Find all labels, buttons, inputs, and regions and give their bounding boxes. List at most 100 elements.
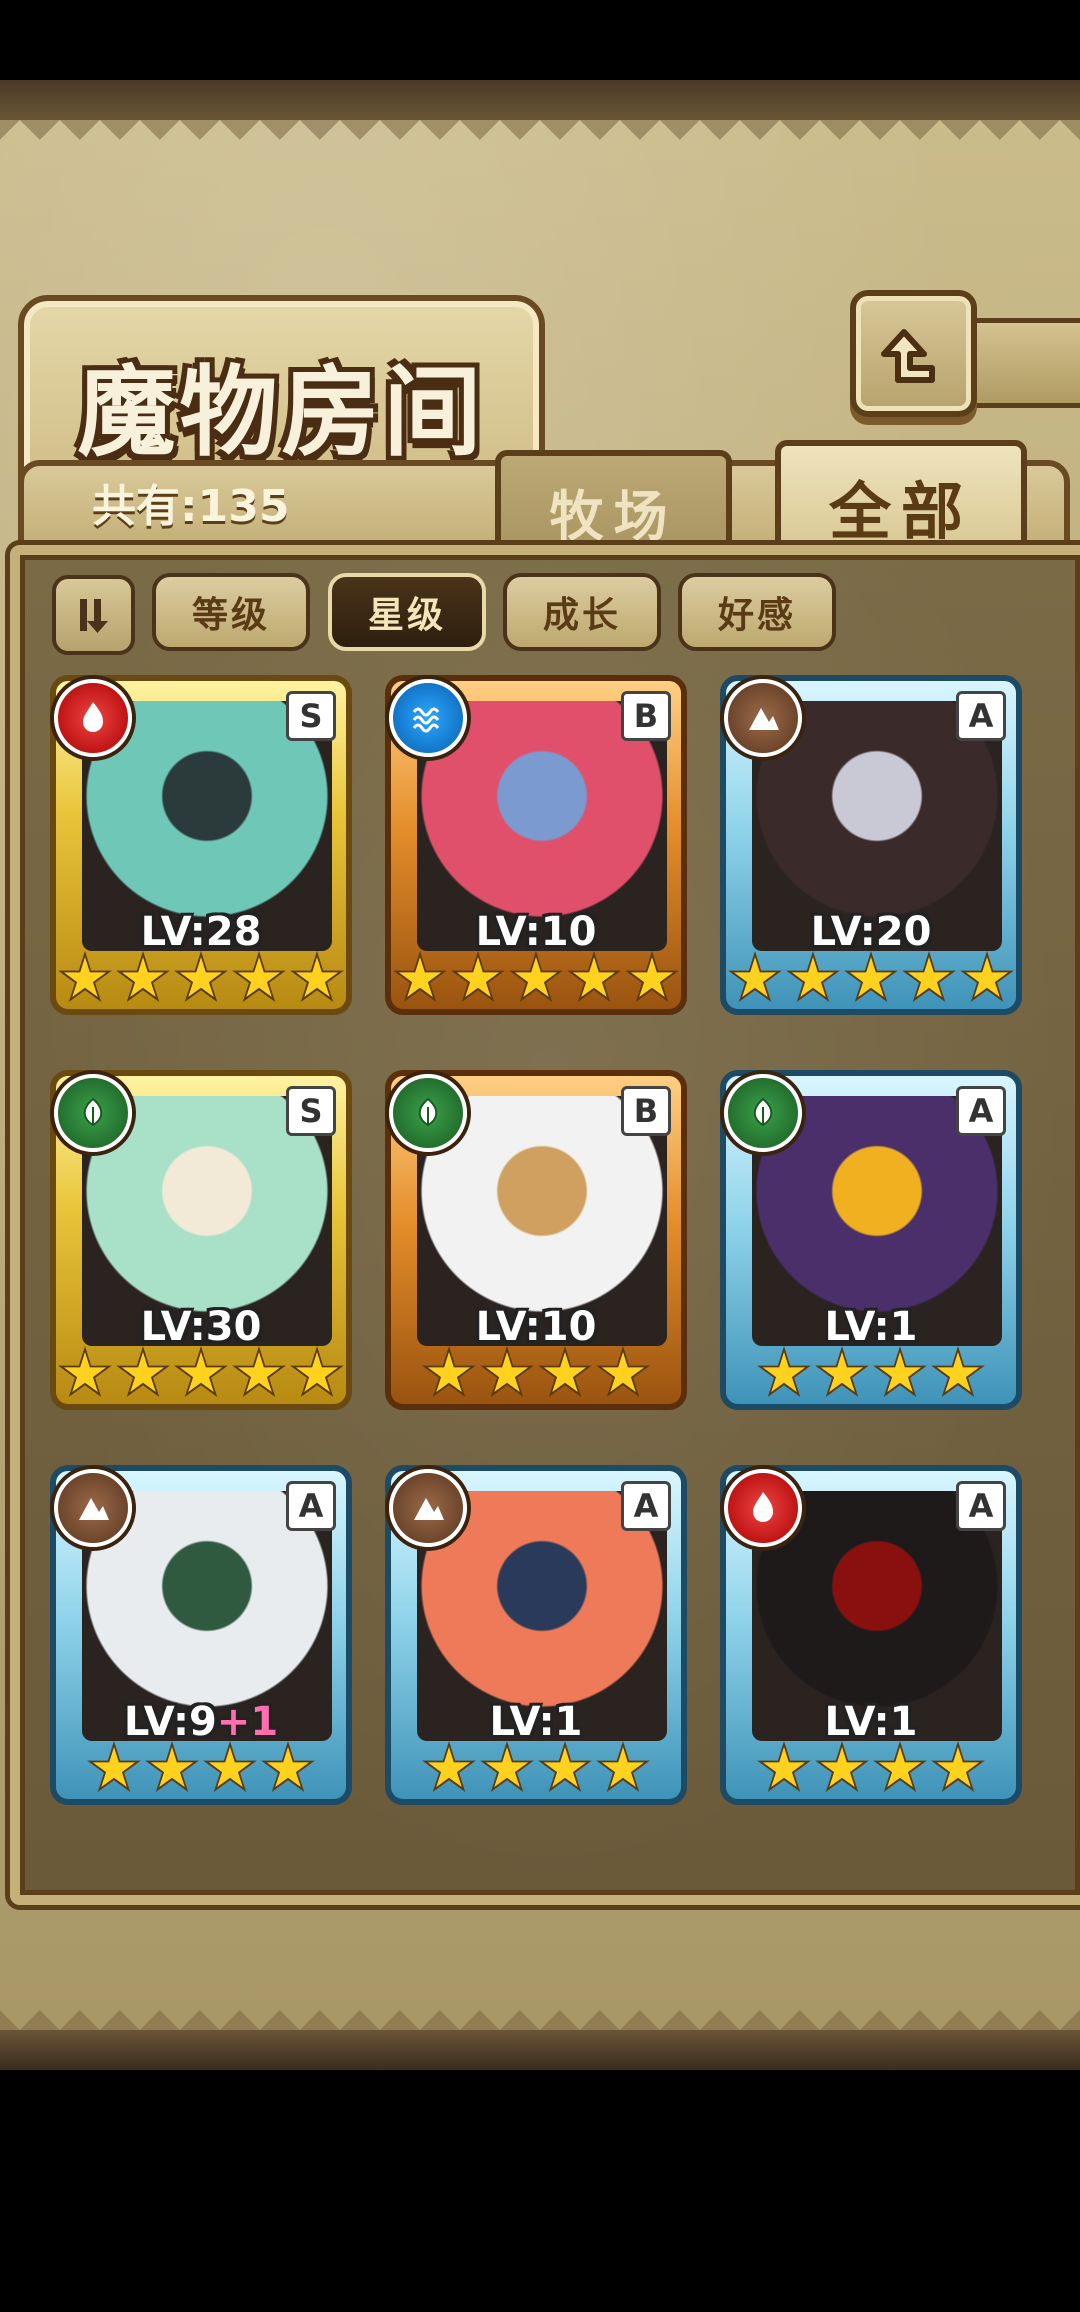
star-rating: [726, 1741, 1016, 1801]
star-fill: [936, 1747, 980, 1788]
filter-level-label: 等级: [191, 595, 270, 636]
star-fill: [179, 1352, 223, 1393]
monster-card[interactable]: B LV:10: [385, 1070, 687, 1410]
filter-affection[interactable]: 好感: [678, 573, 836, 651]
star-fill: [121, 957, 165, 998]
filter-growth[interactable]: 成长: [503, 573, 661, 651]
level-text: LV:10: [475, 1304, 597, 1350]
star-icon: [145, 1741, 199, 1792]
level-text: LV:1: [824, 1304, 918, 1350]
star-fill: [121, 1352, 165, 1393]
fire-element-icon: [54, 679, 132, 757]
monster-level: LV:1: [391, 1699, 681, 1745]
monster-card[interactable]: A LV:9+1: [50, 1465, 352, 1805]
star-icon: [480, 1346, 534, 1397]
page-title: 魔物房间: [77, 354, 486, 470]
star-fill: [485, 1747, 529, 1788]
star-icon: [786, 951, 840, 1002]
star-icon: [538, 1741, 592, 1792]
monster-card[interactable]: A LV:1: [385, 1465, 687, 1805]
star-icon: [931, 1741, 985, 1792]
star-rating: [56, 1741, 346, 1801]
star-rating: [391, 951, 681, 1011]
star-icon: [538, 1346, 592, 1397]
star-fill: [179, 957, 223, 998]
star-fill: [849, 957, 893, 998]
star-fill: [965, 957, 1009, 998]
star-icon: [567, 951, 621, 1002]
top-border: [0, 80, 1080, 120]
star-fill: [543, 1747, 587, 1788]
star-fill: [630, 957, 674, 998]
star-rating: [726, 951, 1016, 1011]
sort-order-icon: [79, 599, 108, 633]
star-icon: [261, 1741, 315, 1792]
rank-badge: A: [621, 1481, 671, 1531]
monster-card[interactable]: A LV:20: [720, 675, 1022, 1015]
star-fill: [266, 1747, 310, 1788]
rank-badge: S: [286, 1086, 336, 1136]
monster-level: LV:10: [391, 1304, 681, 1350]
star-icon: [422, 1741, 476, 1792]
rank-badge: A: [956, 1086, 1006, 1136]
wood-element-icon: [389, 1074, 467, 1152]
back-button[interactable]: [850, 290, 977, 417]
rank-badge: B: [621, 691, 671, 741]
star-rating: [391, 1346, 681, 1406]
star-icon: [902, 951, 956, 1002]
star-icon: [931, 1346, 985, 1397]
star-icon: [87, 1741, 141, 1792]
level-text: LV:30: [140, 1304, 262, 1350]
star-fill: [572, 957, 616, 998]
star-fill: [427, 1352, 471, 1393]
star-icon: [596, 1346, 650, 1397]
monster-card[interactable]: A LV:1: [720, 1465, 1022, 1805]
star-icon: [116, 1346, 170, 1397]
back-button-rail: [970, 318, 1080, 408]
rank-badge: S: [286, 691, 336, 741]
monster-card[interactable]: S LV:28: [50, 675, 352, 1015]
star-fill: [601, 1352, 645, 1393]
star-icon: [873, 1346, 927, 1397]
monster-level: LV:28: [56, 909, 346, 955]
star-rating: [56, 951, 346, 1011]
monster-count: 共有:135: [92, 481, 290, 532]
star-fill: [398, 957, 442, 998]
bottom-zigzag-trim: [0, 2004, 1080, 2030]
earth-element-icon: [724, 679, 802, 757]
star-icon: [422, 1346, 476, 1397]
monster-level: LV:1: [726, 1304, 1016, 1350]
monster-card[interactable]: B LV:10: [385, 675, 687, 1015]
star-fill: [295, 957, 339, 998]
monster-level: LV:10: [391, 909, 681, 955]
level-text: LV:10: [475, 909, 597, 955]
rank-badge: A: [286, 1481, 336, 1531]
star-icon: [393, 951, 447, 1002]
monster-card[interactable]: A LV:1: [720, 1070, 1022, 1410]
star-fill: [237, 1352, 281, 1393]
monster-card[interactable]: S LV:30: [50, 1070, 352, 1410]
star-icon: [290, 951, 344, 1002]
star-fill: [295, 1352, 339, 1393]
star-icon: [232, 1346, 286, 1397]
star-icon: [174, 951, 228, 1002]
monster-level: LV:30: [56, 1304, 346, 1350]
star-icon: [625, 951, 679, 1002]
filter-level[interactable]: 等级: [152, 573, 310, 651]
level-text: LV:1: [824, 1699, 918, 1745]
star-fill: [514, 957, 558, 998]
star-icon: [509, 951, 563, 1002]
star-icon: [815, 1741, 869, 1792]
filter-star[interactable]: 星级: [328, 573, 486, 651]
star-rating: [726, 1346, 1016, 1406]
level-text: LV:28: [140, 909, 262, 955]
wood-element-icon: [724, 1074, 802, 1152]
star-icon: [757, 1346, 811, 1397]
star-icon: [815, 1346, 869, 1397]
bottom-border: [0, 2030, 1080, 2070]
star-fill: [456, 957, 500, 998]
tab-all-label: 全部: [828, 475, 973, 548]
star-fill: [543, 1352, 587, 1393]
sort-order-toggle[interactable]: [52, 575, 135, 655]
star-fill: [820, 1747, 864, 1788]
